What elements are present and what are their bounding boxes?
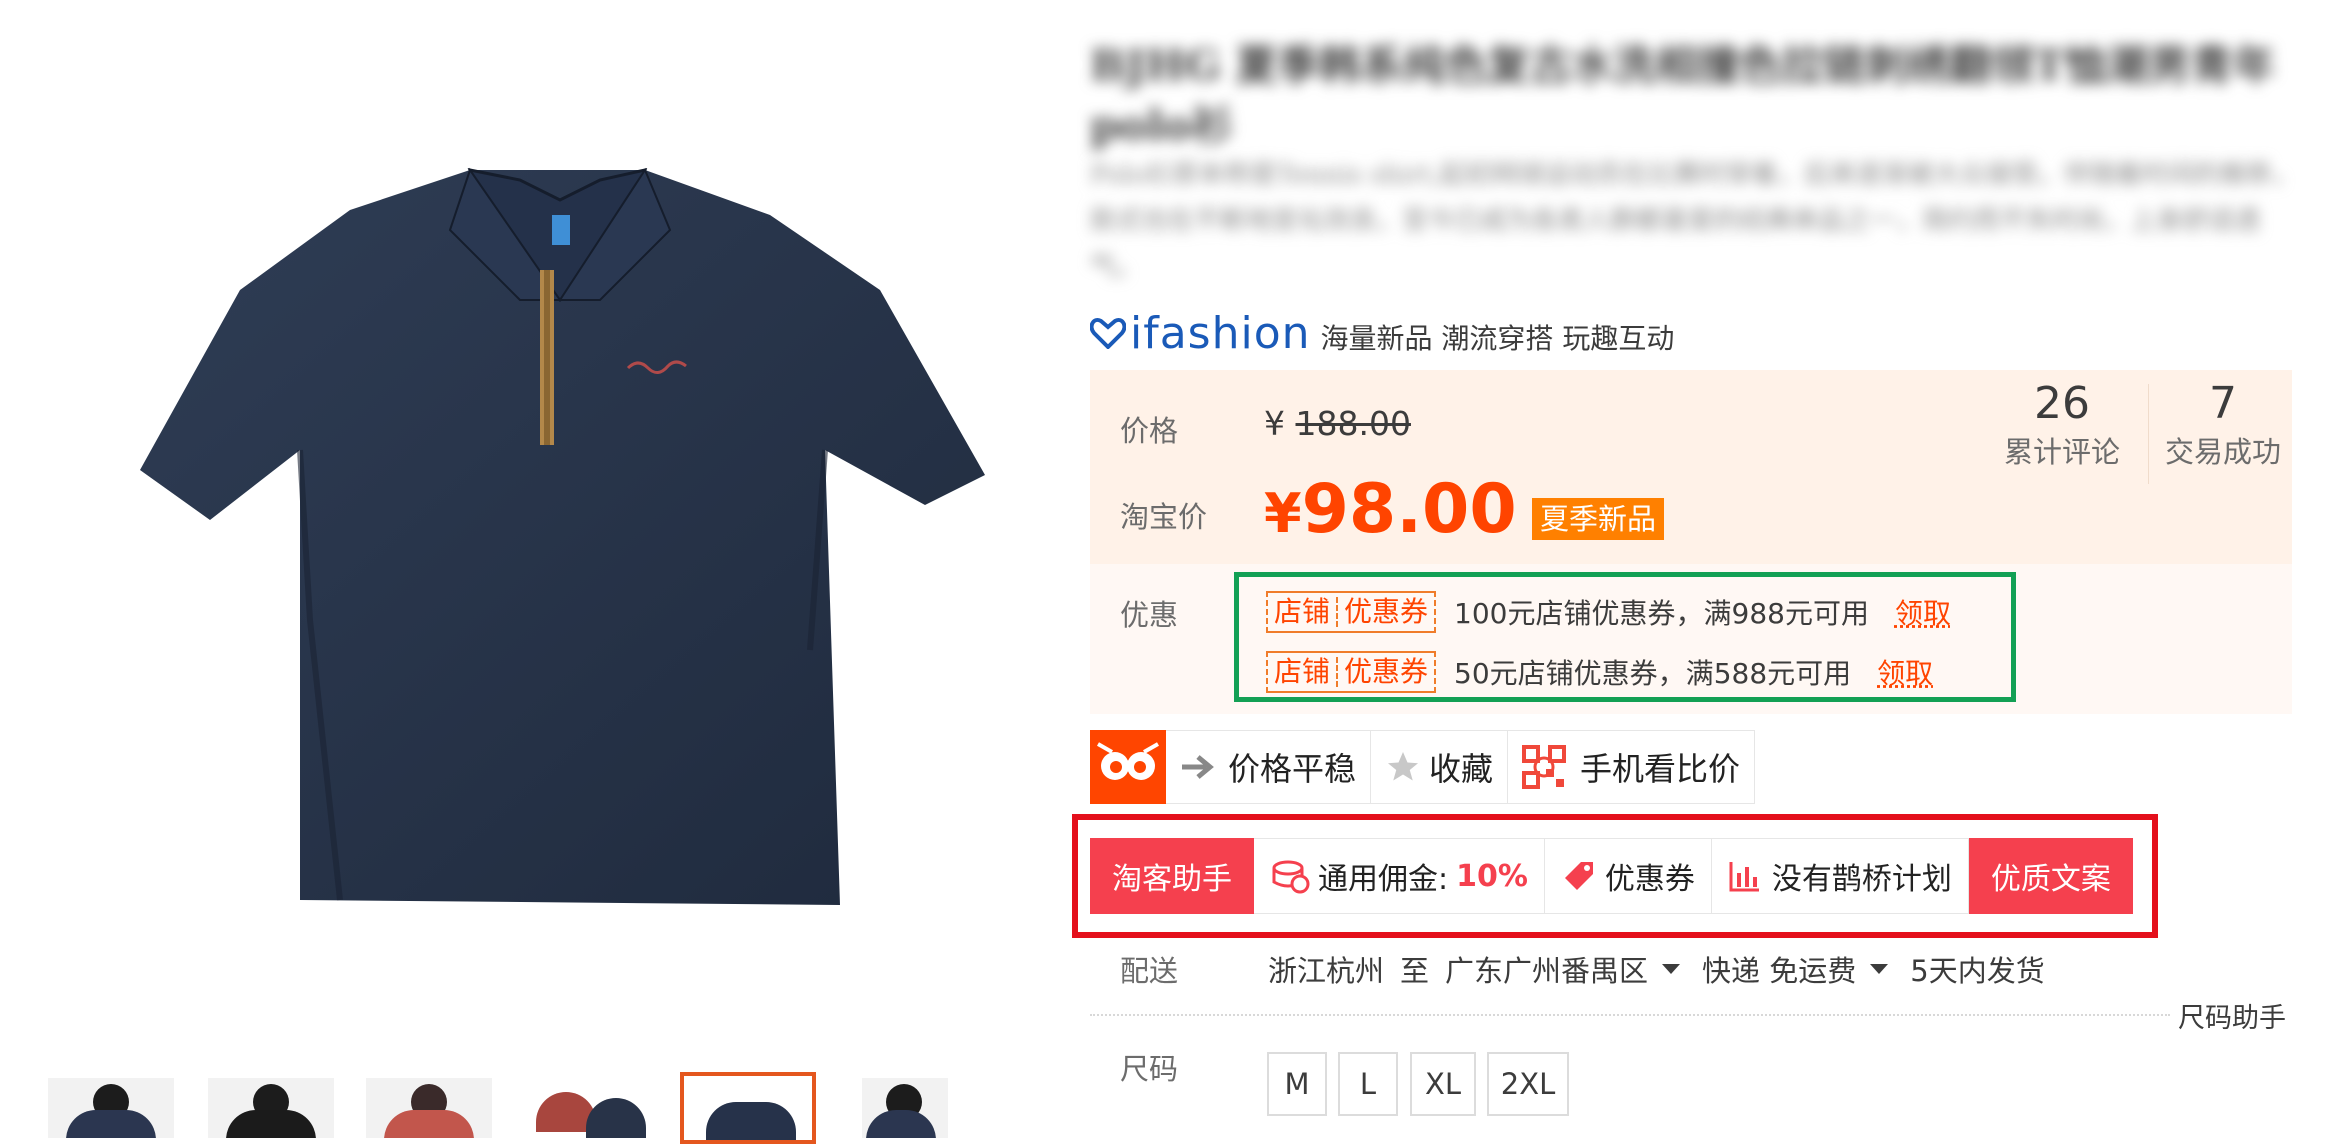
owl-icon[interactable] [1090, 730, 1166, 804]
season-new-tag: 夏季新品 [1532, 498, 1664, 540]
shipping-row: 配送 浙江杭州 至 广东广州番禺区 快递 免运费 5天内发货 [1120, 948, 2045, 990]
original-price: ¥ 188.00 [1264, 404, 1411, 443]
reviews-label: 累计评论 [1978, 429, 2146, 471]
arrow-right-icon [1180, 752, 1220, 782]
magpie-plan-item[interactable]: 没有鹊桥计划 [1712, 838, 1969, 914]
coupon-description: 50元店铺优惠券，满588元可用 [1454, 652, 1851, 692]
price-label: 价格 [1120, 408, 1178, 450]
divider [1090, 1014, 2170, 1016]
shop-coupon-tag: 店铺 优惠券 [1266, 591, 1436, 633]
shipping-label: 配送 [1120, 948, 1268, 990]
claim-coupon-link[interactable]: 领取 [1895, 592, 1951, 632]
size-label: 尺码 [1120, 1046, 1178, 1088]
thumbnail-6[interactable] [862, 1078, 948, 1138]
shop-coupon-tag: 店铺 优惠券 [1266, 651, 1436, 693]
thumbnail-4[interactable] [526, 1078, 652, 1138]
ifashion-heart-icon [1090, 317, 1126, 349]
deals-stat[interactable]: 7 交易成功 [2148, 378, 2298, 471]
thumbnail-2[interactable] [208, 1078, 334, 1138]
size-option-m[interactable]: M [1267, 1052, 1327, 1116]
reviews-stat[interactable]: 26 累计评论 [1978, 378, 2146, 471]
size-option-xl[interactable]: XL [1410, 1052, 1476, 1116]
thumbnail-3[interactable] [366, 1078, 492, 1138]
ifashion-slogan: 海量新品 潮流穿搭 玩趣互动 [1321, 317, 1675, 357]
claim-coupon-link[interactable]: 领取 [1877, 652, 1933, 692]
quality-copy-button[interactable]: 优质文案 [1969, 838, 2133, 914]
ifashion-logo: ifashion [1090, 308, 1311, 359]
coupon-row-1: 店铺 优惠券 100元店铺优惠券，满988元可用 领取 [1266, 591, 1951, 633]
mobile-compare-button[interactable]: 手机看比价 [1508, 730, 1755, 804]
bar-chart-icon [1728, 859, 1762, 893]
taoke-assistant-button[interactable]: 淘客助手 [1090, 838, 1254, 914]
commission-item[interactable]: 通用佣金: 10% [1254, 838, 1545, 914]
qr-code-icon [1522, 745, 1566, 789]
ifashion-banner[interactable]: ifashion 海量新品 潮流穿搭 玩趣互动 [1090, 306, 1674, 360]
ship-to-selector[interactable]: 广东广州番禺区 [1445, 948, 1648, 990]
taoke-assistant-bar: 淘客助手 通用佣金: 10% 优惠券 没有鹊桥计划 优质文案 [1090, 838, 2133, 914]
coins-icon [1270, 856, 1310, 896]
deals-count: 7 [2148, 378, 2298, 429]
size-option-2xl[interactable]: 2XL [1487, 1052, 1569, 1116]
taobao-price: ¥98.00 [1264, 470, 1517, 549]
coupon-row-2: 店铺 优惠券 50元店铺优惠券，满588元可用 领取 [1266, 651, 1933, 693]
deals-label: 交易成功 [2148, 429, 2298, 471]
tag-icon [1561, 858, 1597, 894]
ship-to-word: 至 [1400, 948, 1429, 990]
price-stable-button[interactable]: 价格平稳 [1166, 730, 1371, 804]
taoke-coupon-item[interactable]: 优惠券 [1545, 838, 1712, 914]
ship-from: 浙江杭州 [1268, 948, 1384, 990]
reviews-count: 26 [1978, 378, 2146, 429]
product-description: Polo衫原本称是Tennis shirt,起初网球运动员在比赛时穿着，后来逐渐… [1090, 152, 2300, 290]
price-panel: 价格 ¥ 188.00 淘宝价 ¥98.00 夏季新品 26 累计评论 7 交易… [1090, 370, 2292, 564]
shipping-method-selector[interactable]: 快递 免运费 [1702, 948, 1856, 990]
chevron-down-icon[interactable] [1662, 964, 1680, 974]
ship-days: 5天内发货 [1910, 948, 2044, 990]
thumbnail-5-selected[interactable] [680, 1072, 816, 1144]
main-product-image [0, 0, 1080, 1030]
price-tools-bar: 价格平稳 收藏 手机看比价 [1090, 730, 1755, 804]
thumbnail-1[interactable] [48, 1078, 174, 1138]
promo-label: 优惠 [1120, 592, 1178, 634]
size-helper-link[interactable]: 尺码助手 [2178, 996, 2286, 1035]
taobao-price-label: 淘宝价 [1120, 494, 1207, 536]
size-option-l[interactable]: L [1338, 1052, 1398, 1116]
coupon-description: 100元店铺优惠券，满988元可用 [1454, 592, 1869, 632]
product-title: BJHG 夏季韩系纯色复古水洗相撞色拉链刺绣翻领T恤潮男青年polo衫 [1090, 36, 2290, 156]
favorite-button[interactable]: 收藏 [1371, 730, 1508, 804]
chevron-down-icon[interactable] [1870, 964, 1888, 974]
star-icon [1385, 749, 1421, 785]
